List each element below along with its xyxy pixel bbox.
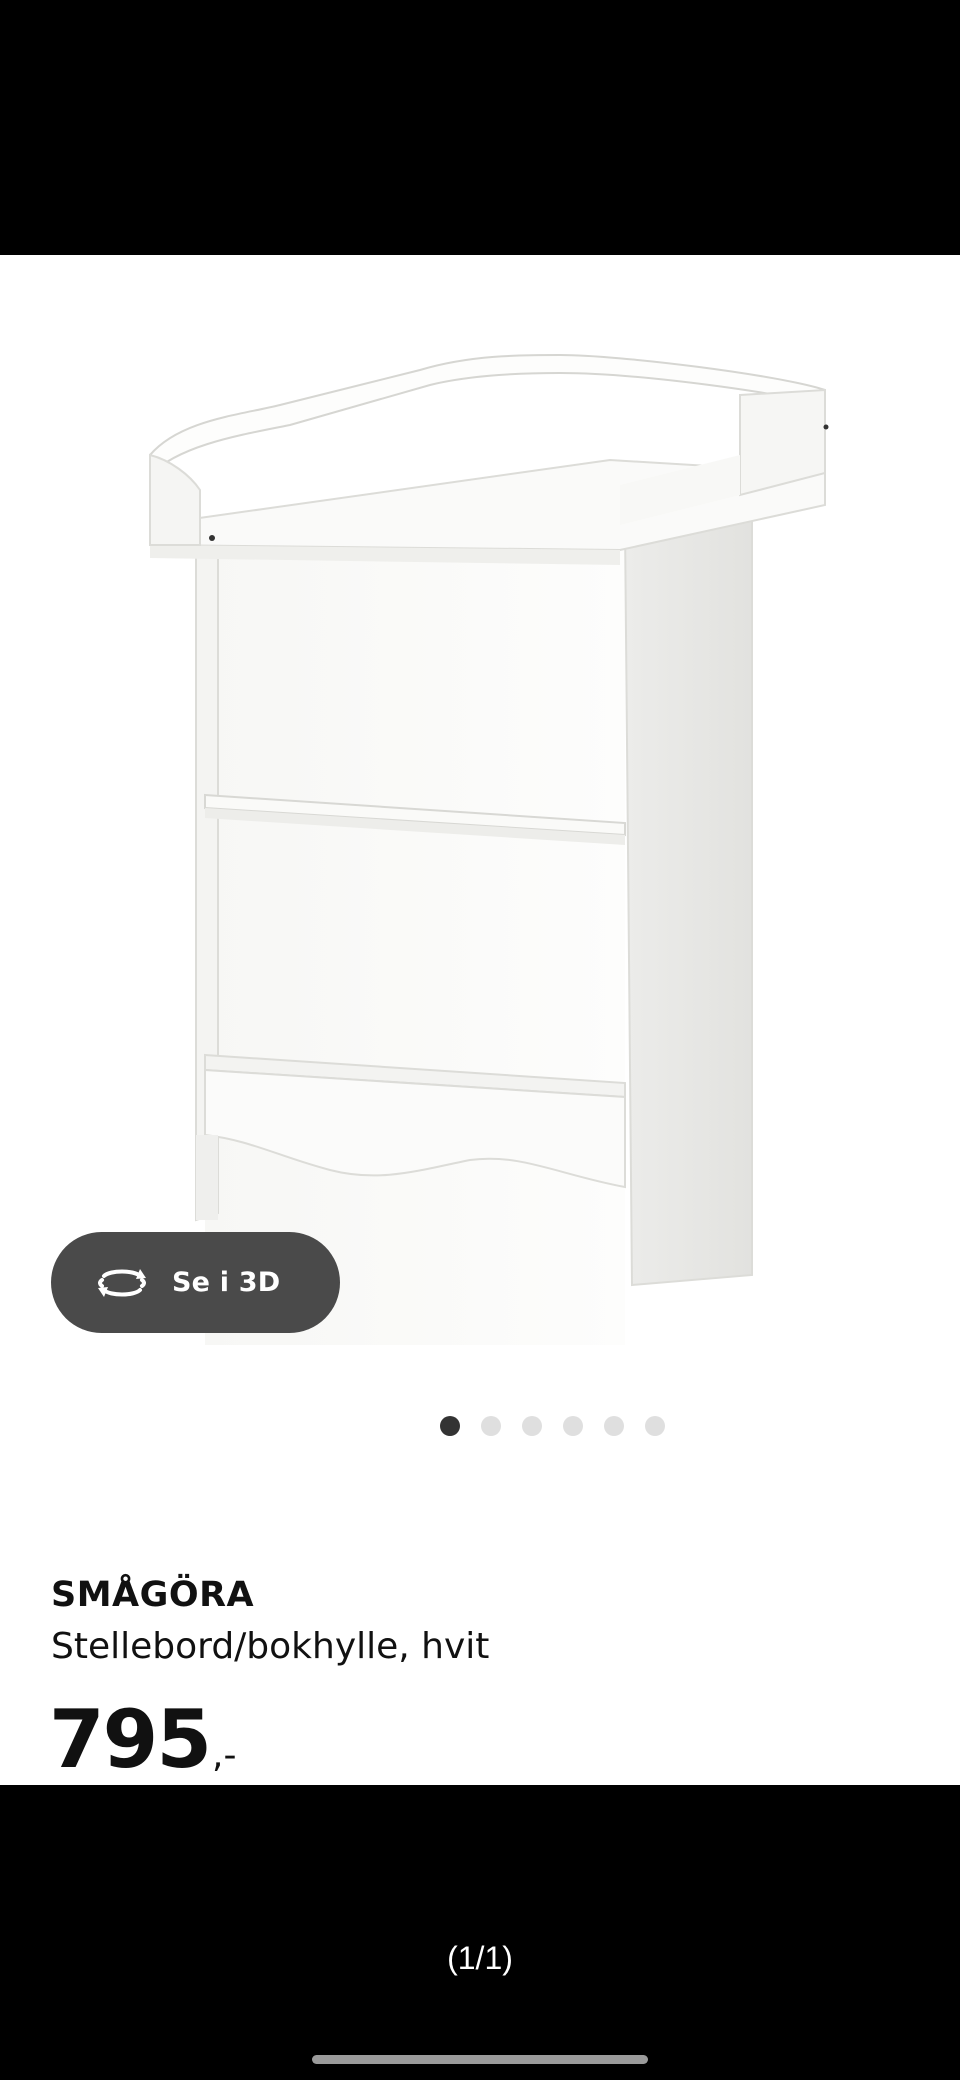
view-3d-button[interactable]: Se i 3D (51, 1232, 340, 1333)
product-card: Se i 3D SMÅGÖRA Stellebord/bokhylle, hvi… (0, 255, 960, 1785)
price-integer: 795 (49, 1693, 212, 1785)
carousel-dot-4[interactable] (563, 1416, 583, 1436)
product-price: 795 ,- (49, 1693, 236, 1785)
page-counter: (1/1) (447, 1940, 513, 1976)
carousel-dot-6[interactable] (645, 1416, 665, 1436)
carousel-dot-2[interactable] (481, 1416, 501, 1436)
home-indicator[interactable] (312, 2055, 648, 2064)
carousel-dot-5[interactable] (604, 1416, 624, 1436)
price-suffix: ,- (212, 1735, 237, 1776)
carousel-dot-3[interactable] (522, 1416, 542, 1436)
view-3d-label: Se i 3D (172, 1267, 281, 1298)
top-black-bar (0, 0, 960, 255)
carousel-dot-1[interactable] (440, 1416, 460, 1436)
rotate-3d-icon (96, 1266, 148, 1300)
product-description: Stellebord/bokhylle, hvit (51, 1626, 490, 1667)
product-name: SMÅGÖRA (51, 1575, 255, 1615)
image-carousel-dots (440, 1416, 665, 1436)
